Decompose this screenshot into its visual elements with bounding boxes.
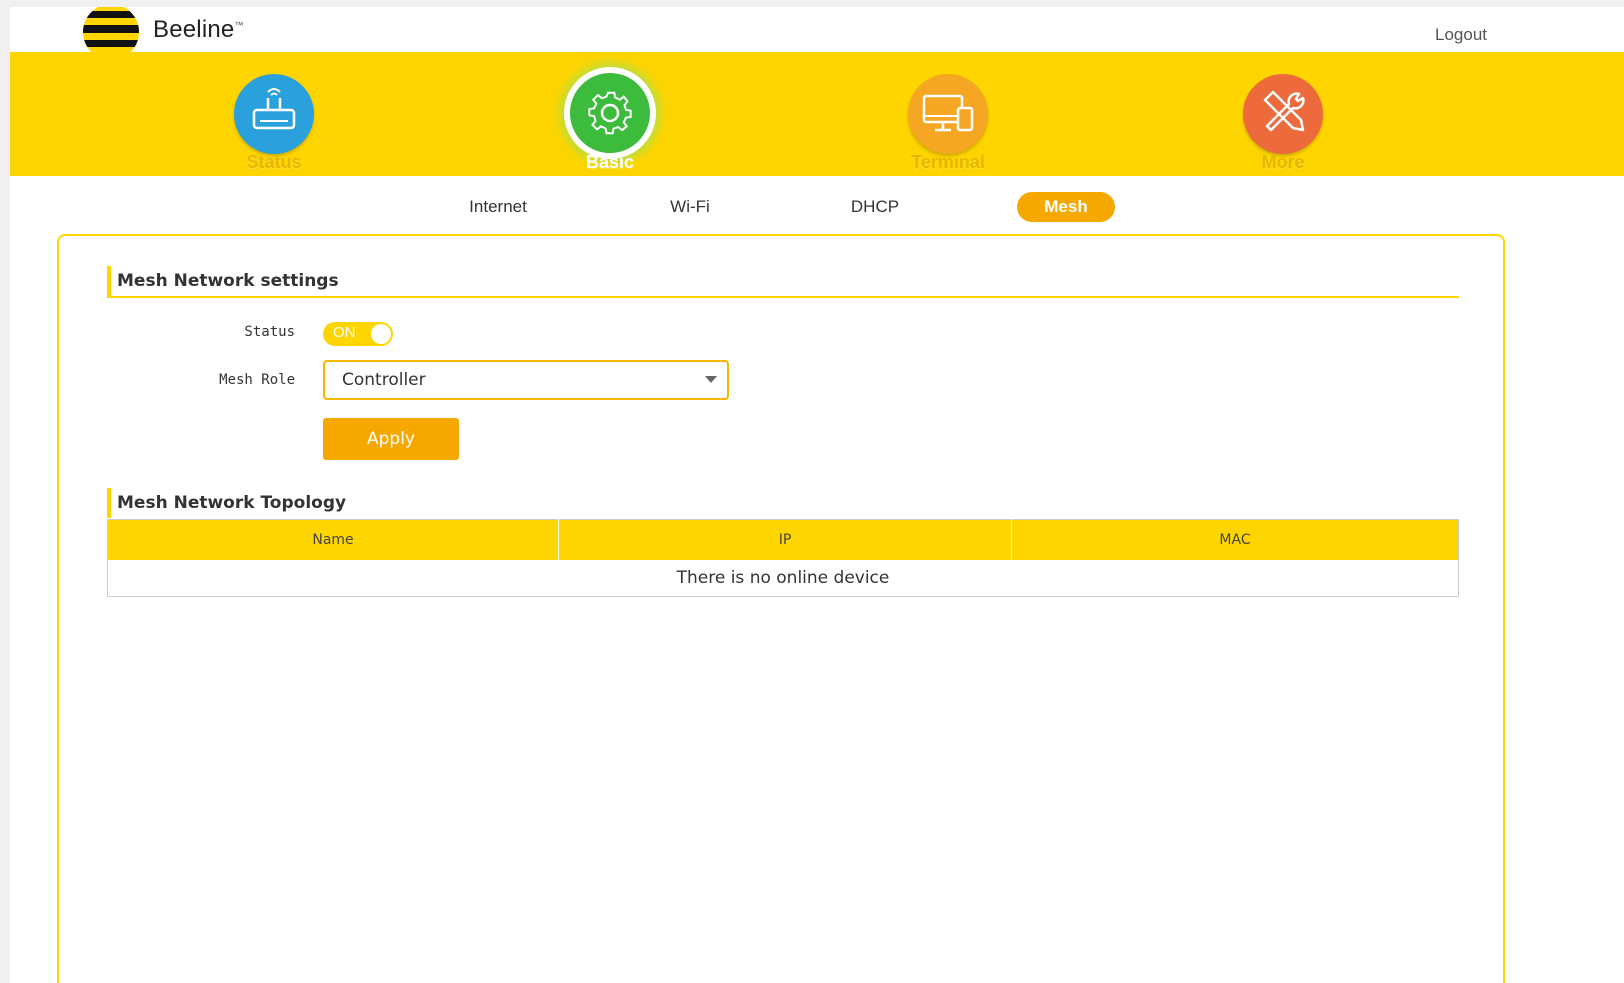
logout-link[interactable]: Logout [1435, 25, 1487, 45]
nav-item-status[interactable]: Status [214, 52, 334, 176]
table-row: There is no online device [107, 560, 1459, 597]
column-header-name: Name [107, 519, 559, 560]
nav-item-label: Status [246, 152, 302, 172]
mesh-role-select[interactable]: Controller [323, 360, 729, 400]
trademark-mark: ™ [234, 20, 244, 30]
brand-name: Beeline™ [153, 16, 244, 43]
section-divider [107, 296, 1459, 298]
empty-table-message: There is no online device [107, 560, 1459, 597]
mesh-role-value: Controller [342, 370, 426, 390]
tab-internet[interactable]: Internet [458, 192, 538, 222]
tab-dhcp[interactable]: DHCP [840, 192, 910, 222]
apply-button[interactable]: Apply [323, 418, 459, 460]
router-admin-page: Beeline™ Logout Status Basic Terminal Mo… [10, 7, 1624, 983]
chevron-down-icon [705, 376, 717, 383]
tab-mesh[interactable]: Mesh [1017, 192, 1115, 222]
nav-item-basic[interactable]: Basic [550, 52, 670, 176]
section-title-topology: Mesh Network Topology [107, 488, 346, 518]
status-toggle[interactable]: ON [323, 322, 393, 346]
beeline-logo [82, 7, 140, 60]
content-panel: Mesh Network settings Status ON Mesh Rol… [57, 234, 1505, 983]
column-header-ip: IP [558, 519, 1012, 560]
nav-item-more[interactable]: More [1223, 52, 1343, 176]
main-nav: Status Basic Terminal More [10, 52, 1624, 176]
status-label: Status [244, 324, 295, 340]
tab-wifi[interactable]: Wi-Fi [658, 192, 722, 222]
gear-icon [564, 67, 656, 159]
column-header-mac: MAC [1011, 519, 1459, 560]
router-icon [234, 74, 314, 154]
devices-icon [908, 74, 988, 154]
nav-item-label: Terminal [911, 152, 985, 172]
toggle-knob [371, 324, 391, 344]
tools-icon [1243, 74, 1323, 154]
table-header-row: Name IP MAC [107, 519, 1459, 560]
nav-item-label: More [1261, 152, 1305, 172]
top-bar: Beeline™ Logout [10, 7, 1624, 60]
section-title-settings: Mesh Network settings [107, 266, 339, 296]
toggle-state-text: ON [333, 324, 356, 341]
topology-table: Name IP MAC There is no online device [107, 519, 1459, 597]
nav-item-label: Basic [585, 152, 635, 172]
nav-item-terminal[interactable]: Terminal [888, 52, 1008, 176]
mesh-role-label: Mesh Role [219, 372, 295, 388]
